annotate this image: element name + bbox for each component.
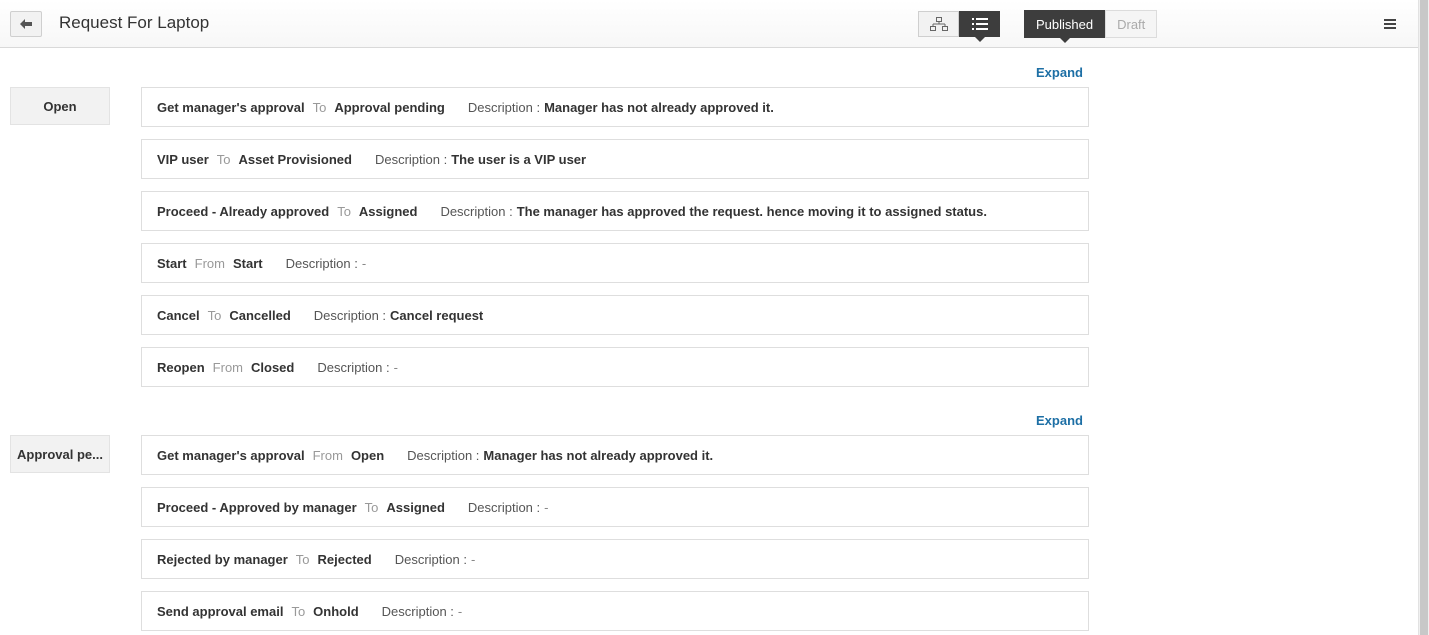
vertical-scrollbar[interactable] bbox=[1418, 0, 1429, 635]
transition-name: Rejected by manager bbox=[157, 551, 288, 567]
hamburger-menu-icon[interactable] bbox=[1384, 19, 1396, 31]
description-text: Manager has not already approved it. bbox=[544, 99, 774, 115]
description-text: Cancel request bbox=[390, 307, 484, 323]
transition-row[interactable]: Get manager's approval To Approval pendi… bbox=[141, 87, 1089, 127]
transition-direction: From bbox=[194, 255, 225, 271]
transition-direction: To bbox=[291, 603, 306, 619]
header-bar: Request For Laptop Published Draft bbox=[0, 0, 1418, 48]
transition-name: Proceed - Approved by manager bbox=[157, 499, 357, 515]
list-icon bbox=[971, 18, 988, 30]
transition-name: Reopen bbox=[157, 359, 205, 375]
transition-row[interactable]: Proceed - Approved by manager To Assigne… bbox=[141, 487, 1089, 527]
description-label: Description : bbox=[374, 151, 448, 167]
transition-name: Get manager's approval bbox=[157, 447, 305, 463]
description-label: Description : bbox=[440, 203, 513, 219]
expand-link-open[interactable]: Expand bbox=[1036, 65, 1083, 80]
description-label: Description : bbox=[394, 551, 467, 567]
description-text: - bbox=[361, 255, 367, 271]
description-text: - bbox=[470, 551, 476, 567]
description-text: The user is a VIP user bbox=[451, 151, 587, 167]
transition-name: Cancel bbox=[157, 307, 200, 323]
transition-name: Get manager's approval bbox=[157, 99, 305, 115]
state-open[interactable]: Open bbox=[10, 87, 110, 125]
description-text: Manager has not already approved it. bbox=[483, 447, 714, 463]
back-button[interactable] bbox=[10, 11, 42, 37]
transition-target: Assigned bbox=[386, 499, 445, 515]
transition-name: Start bbox=[157, 255, 187, 271]
description-text: - bbox=[393, 359, 398, 375]
view-toggle bbox=[918, 11, 1000, 42]
description-label: Description : bbox=[467, 99, 541, 115]
description-text: - bbox=[544, 499, 549, 515]
transition-target: Cancelled bbox=[229, 307, 291, 323]
published-tab[interactable]: Published bbox=[1024, 10, 1106, 43]
state-approval-pending[interactable]: Approval pe... bbox=[10, 435, 110, 473]
transition-name: Proceed - Already approved bbox=[157, 203, 330, 219]
transition-target: Approval pending bbox=[334, 99, 445, 115]
transition-name: Send approval email bbox=[157, 603, 284, 619]
description-label: Description : bbox=[467, 499, 541, 515]
description-label: Description : bbox=[285, 255, 358, 271]
transition-name: VIP user bbox=[157, 151, 209, 167]
transition-target: Rejected bbox=[317, 551, 372, 567]
description-label: Description : bbox=[313, 307, 387, 323]
description-label: Description : bbox=[381, 603, 454, 619]
arrow-left-icon bbox=[20, 19, 32, 29]
transition-target: Asset Provisioned bbox=[238, 151, 352, 167]
transition-row[interactable]: Proceed - Already approved To Assigned D… bbox=[141, 191, 1089, 231]
transition-row[interactable]: Cancel To Cancelled Description : Cancel… bbox=[141, 295, 1089, 335]
transition-target: Start bbox=[232, 255, 263, 271]
transition-direction: To bbox=[312, 99, 327, 115]
expand-link-approval-pending[interactable]: Expand bbox=[1036, 413, 1083, 428]
transition-direction: From bbox=[312, 447, 343, 463]
transition-direction: From bbox=[212, 359, 244, 375]
flowchart-icon bbox=[929, 17, 948, 31]
transition-row[interactable]: Rejected by manager To Rejected Descript… bbox=[141, 539, 1089, 579]
page-title: Request For Laptop bbox=[59, 13, 210, 32]
transition-direction: To bbox=[216, 151, 231, 167]
transition-target: Onhold bbox=[313, 603, 359, 619]
transition-direction: To bbox=[364, 499, 379, 515]
transition-target: Open bbox=[350, 447, 385, 463]
transition-direction: To bbox=[295, 551, 310, 567]
transition-target: Assigned bbox=[358, 203, 418, 219]
description-label: Description : bbox=[407, 447, 480, 463]
draft-tab[interactable]: Draft bbox=[1105, 10, 1158, 38]
transition-row[interactable]: Send approval email To Onhold Descriptio… bbox=[141, 591, 1089, 631]
transition-row[interactable]: VIP user To Asset Provisioned Descriptio… bbox=[141, 139, 1089, 179]
transition-direction: To bbox=[207, 307, 222, 323]
transition-row[interactable]: Reopen From Closed Description : - bbox=[141, 347, 1089, 387]
description-label: Description : bbox=[317, 359, 390, 375]
transition-row[interactable]: Get manager's approval From Open Descrip… bbox=[141, 435, 1089, 475]
transition-row[interactable]: Start From Start Description : - bbox=[141, 243, 1089, 283]
description-text: The manager has approved the request. he… bbox=[516, 203, 987, 219]
transition-target: Closed bbox=[251, 359, 295, 375]
flowchart-view-button[interactable] bbox=[918, 11, 959, 37]
scrollbar-thumb[interactable] bbox=[1420, 0, 1428, 635]
transition-direction: To bbox=[337, 203, 351, 219]
publish-toggle: Published Draft bbox=[1024, 10, 1158, 43]
description-text: - bbox=[457, 603, 463, 619]
list-view-button[interactable] bbox=[959, 11, 1000, 42]
